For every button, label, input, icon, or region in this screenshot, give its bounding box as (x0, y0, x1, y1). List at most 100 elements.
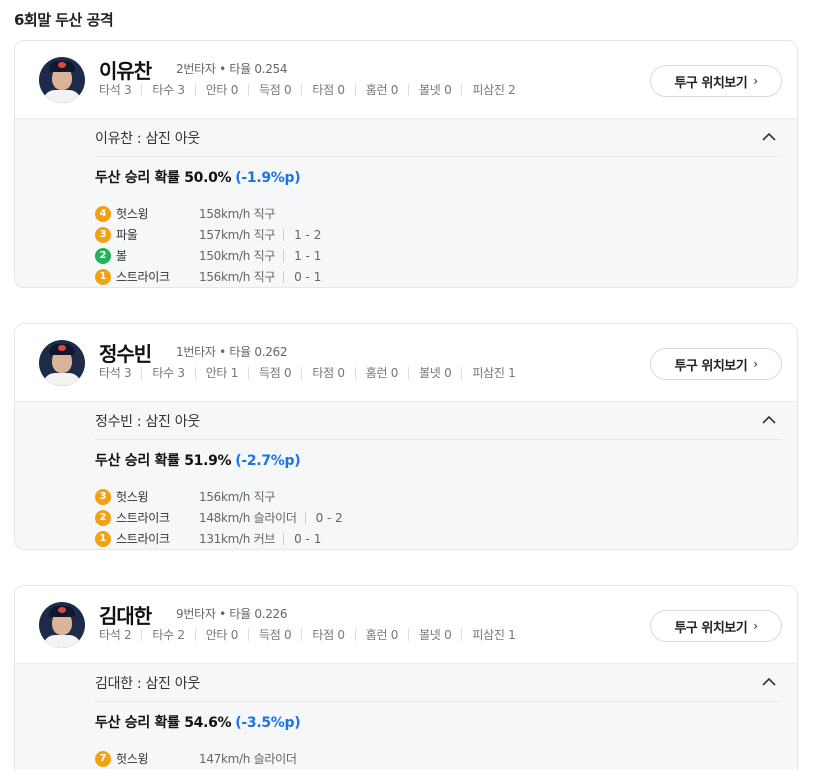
batter-header: 김대한 9번타자 • 타율 0.226 타석 2 타수 2 안타 0 득점 0 타점 0 홈런… (15, 586, 797, 663)
stat-item: 홈런 0 (365, 83, 399, 97)
view-pitch-location-button[interactable]: 투구 위치보기 › (650, 348, 782, 380)
pitch-speed-type: 156km/h 직구 (199, 490, 276, 504)
chevron-up-icon[interactable] (759, 410, 779, 430)
stat-item: 안타 0 (205, 83, 239, 97)
stat-item: 안타 0 (205, 628, 239, 642)
stat-divider (408, 628, 410, 641)
pitch-speed-type: 148km/h 슬라이더 (199, 511, 297, 525)
win-probability-delta: (-3.5%p) (235, 715, 301, 731)
stat-divider (141, 628, 143, 641)
stat-divider (301, 366, 303, 379)
pitch-list: 7 헛스윙 147km/h 슬라이더 (95, 740, 781, 769)
stat-item: 타점 0 (312, 366, 345, 380)
stat-divider (301, 628, 303, 641)
stat-divider (194, 83, 196, 96)
pitch-speed-type: 156km/h 직구 (199, 270, 276, 284)
button-label: 투구 위치보기 (674, 620, 748, 636)
stat-item: 안타 1 (205, 366, 239, 380)
pitch-speed-type: 158km/h 직구 (199, 207, 276, 221)
pitch-row: 4 헛스윙 158km/h 직구 (95, 203, 781, 224)
pitch-result: 스트라이크 (116, 270, 170, 284)
pitch-row: 2 스트라이크 148km/h 슬라이더 0 - 2 (95, 507, 781, 528)
player-avatar (39, 340, 85, 386)
stat-divider (408, 83, 410, 96)
pitch-row: 7 헛스윙 147km/h 슬라이더 (95, 748, 781, 769)
player-stats: 타석 3 타수 3 안타 1 득점 0 타점 0 홈런 0 볼넷 0 피삼진 1 (99, 364, 516, 381)
stat-divider (248, 83, 250, 96)
chevron-right-icon: › (753, 357, 758, 371)
pitch-row: 1 스트라이크 131km/h 커브 0 - 1 (95, 528, 781, 549)
pitch-count: 1 - 2 (283, 228, 321, 241)
pitch-list: 4 헛스윙 158km/h 직구 3 파울 157km/h 직구 1 - 2 2 볼 150km/… (95, 195, 781, 287)
pitch-number-badge: 1 (95, 268, 111, 285)
player-name: 이유찬 (99, 59, 152, 83)
stat-item: 타수 3 (152, 83, 185, 97)
stat-divider (141, 83, 143, 96)
pitch-list: 3 헛스윙 156km/h 직구 2 스트라이크 148km/h 슬라이더 0 - 2 1 스트… (95, 478, 781, 549)
win-probability-delta: (-1.9%p) (235, 170, 301, 186)
stat-item: 피삼진 1 (472, 628, 516, 642)
stat-divider (194, 628, 196, 641)
player-meta: 2번타자 • 타율 0.254 (176, 62, 288, 76)
at-bat-detail: 김대한 : 삼진 아웃두산 승리 확률 54.6% (-3.5%p) 7 헛스윙 147… (15, 663, 797, 769)
batter-header: 정수빈 1번타자 • 타율 0.262 타석 3 타수 3 안타 1 득점 0 타점 0 홈런… (15, 324, 797, 401)
pitch-speed-type: 150km/h 직구 (199, 249, 276, 263)
pitch-result: 볼 (116, 249, 127, 263)
stat-divider (141, 366, 143, 379)
chevron-up-icon[interactable] (759, 127, 779, 147)
player-stats: 타석 3 타수 3 안타 0 득점 0 타점 0 홈런 0 볼넷 0 피삼진 2 (99, 81, 516, 98)
at-bat-result: 김대한 : 삼진 아웃 (95, 664, 781, 702)
stat-divider (461, 628, 463, 641)
view-pitch-location-button[interactable]: 투구 위치보기 › (650, 610, 782, 642)
player-name: 김대한 (99, 604, 152, 628)
pitch-speed-type: 131km/h 커브 (199, 532, 276, 546)
stat-divider (248, 628, 250, 641)
pitch-row: 2 볼 150km/h 직구 1 - 1 (95, 245, 781, 266)
pitch-result: 헛스윙 (116, 207, 149, 221)
pitch-count: 1 - 1 (283, 249, 321, 262)
stat-item: 피삼진 2 (472, 83, 516, 97)
stat-item: 득점 0 (259, 366, 292, 380)
pitch-result: 스트라이크 (116, 532, 170, 546)
stat-item: 타점 0 (312, 628, 345, 642)
stat-item: 타수 2 (152, 628, 185, 642)
win-probability: 두산 승리 확률 51.9% (-2.7%p) (95, 453, 301, 469)
stat-divider (354, 628, 356, 641)
batter-card: 이유찬 2번타자 • 타율 0.254 타석 3 타수 3 안타 0 득점 0 타점 0 홈런… (14, 40, 798, 288)
pitch-number-badge: 2 (95, 509, 111, 526)
inning-title: 6회말 두산 공격 (14, 11, 114, 29)
stat-divider (461, 366, 463, 379)
pitch-row: 3 헛스윙 156km/h 직구 (95, 486, 781, 507)
stat-divider (248, 366, 250, 379)
pitch-row: 3 파울 157km/h 직구 1 - 2 (95, 224, 781, 245)
stat-item: 피삼진 1 (472, 366, 516, 380)
stat-divider (354, 83, 356, 96)
at-bat-result: 정수빈 : 삼진 아웃 (95, 402, 781, 440)
player-meta: 1번타자 • 타율 0.262 (176, 345, 288, 359)
pitch-count: 0 - 1 (283, 270, 321, 283)
stat-divider (194, 366, 196, 379)
pitch-result: 헛스윙 (116, 752, 149, 766)
chevron-up-icon[interactable] (759, 672, 779, 692)
stat-item: 홈런 0 (365, 366, 399, 380)
player-stats: 타석 2 타수 2 안타 0 득점 0 타점 0 홈런 0 볼넷 0 피삼진 1 (99, 626, 516, 643)
stat-item: 타석 3 (99, 83, 132, 97)
chevron-right-icon: › (753, 619, 758, 633)
win-probability: 두산 승리 확률 54.6% (-3.5%p) (95, 715, 301, 731)
button-label: 투구 위치보기 (674, 75, 748, 91)
button-label: 투구 위치보기 (674, 358, 748, 374)
stat-divider (301, 83, 303, 96)
stat-item: 타석 3 (99, 366, 132, 380)
pitch-result: 헛스윙 (116, 490, 149, 504)
stat-item: 타수 3 (152, 366, 185, 380)
at-bat-detail: 이유찬 : 삼진 아웃 두산 승리 확률 50.0% (-1.9%p) 4 헛스윙 158… (15, 118, 797, 287)
batter-card: 정수빈 1번타자 • 타율 0.262 타석 3 타수 3 안타 1 득점 0 타점 0 홈런… (14, 323, 798, 550)
stat-item: 타석 2 (99, 628, 132, 642)
batter-card: 김대한 9번타자 • 타율 0.226 타석 2 타수 2 안타 0 득점 0 타점 0 홈런… (14, 585, 798, 771)
chevron-right-icon: › (753, 74, 758, 88)
pitch-speed-type: 157km/h 직구 (199, 228, 276, 242)
stat-item: 홈런 0 (365, 628, 399, 642)
pitch-result: 파울 (116, 228, 138, 242)
view-pitch-location-button[interactable]: 투구 위치보기 › (650, 65, 782, 97)
pitch-number-badge: 2 (95, 247, 111, 264)
